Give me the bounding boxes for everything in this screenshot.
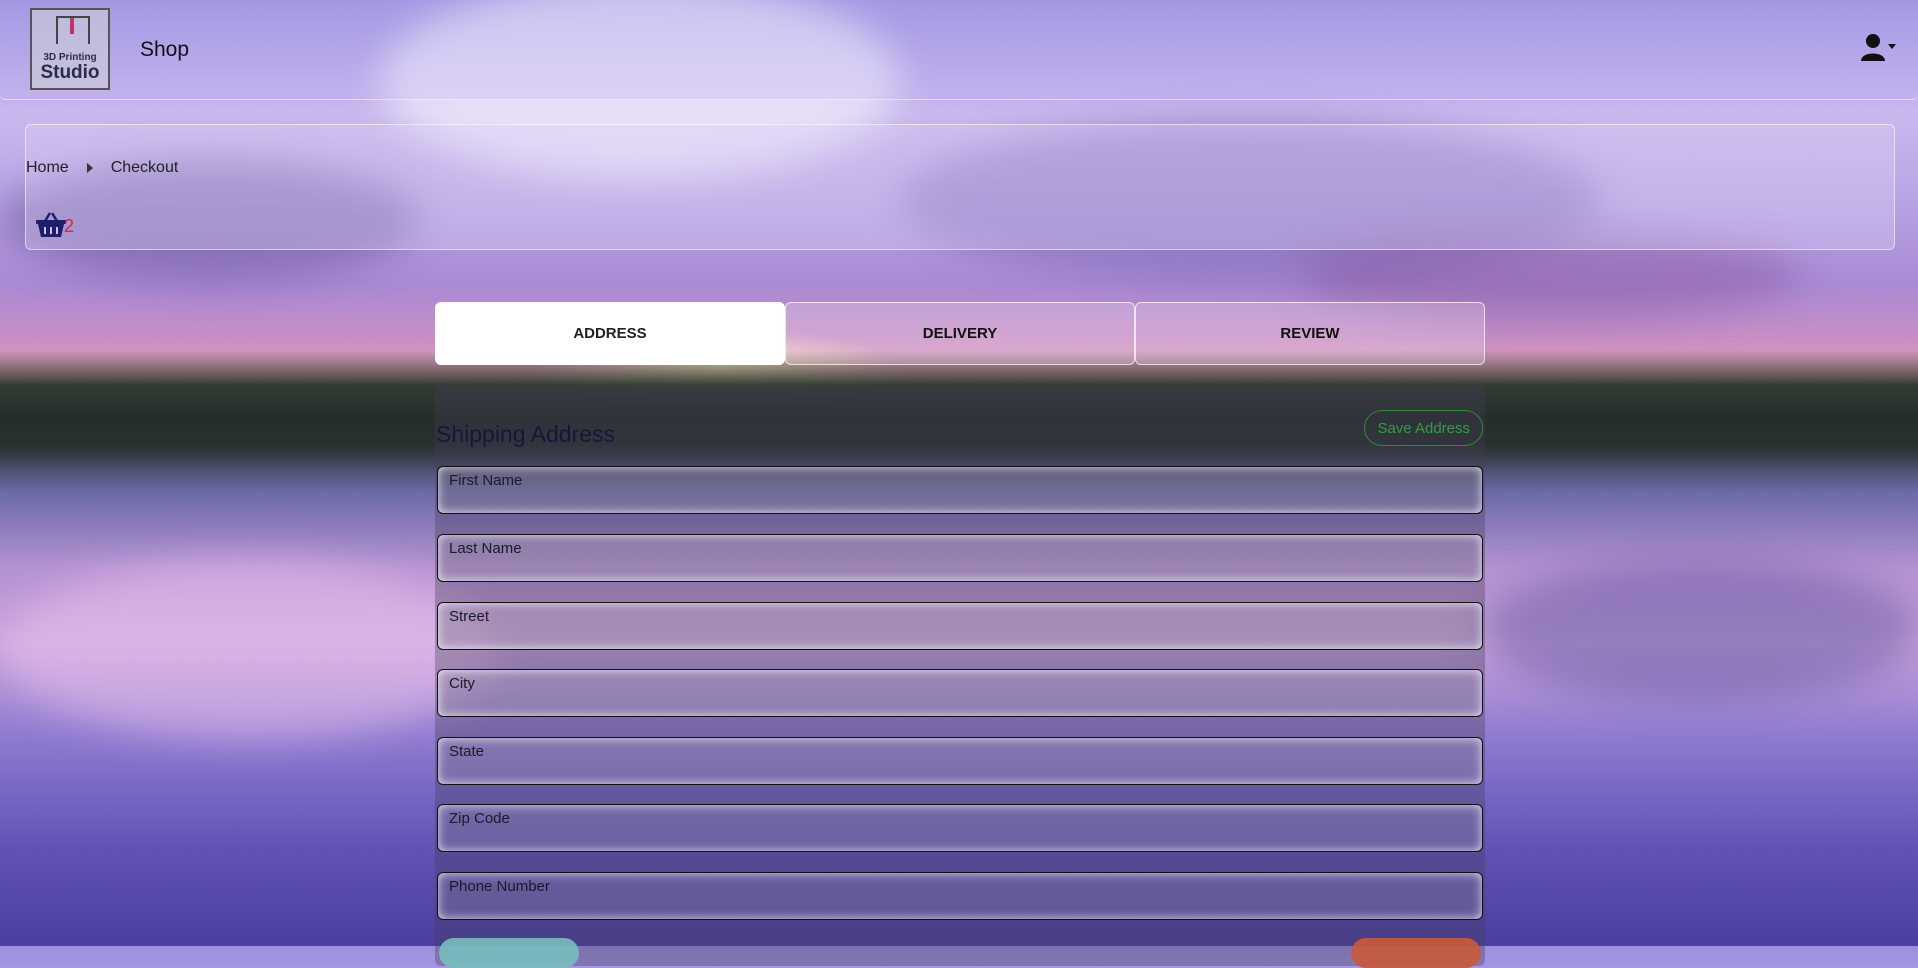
last-name-field[interactable]: Last Name [437,534,1483,582]
cart-count-badge: 2 [64,216,75,236]
studio-logo[interactable]: 3D Printing Studio [30,8,110,90]
city-field[interactable]: City [437,669,1483,717]
first-name-input[interactable] [448,485,1472,507]
back-button[interactable] [439,938,579,968]
caret-down-icon [1888,44,1896,49]
breadcrumb-home[interactable]: Home [26,159,69,177]
top-navbar: 3D Printing Studio Shop [0,0,1918,100]
user-icon [1861,34,1885,61]
phone-number-input[interactable] [448,891,1472,913]
water-reflection [0,560,500,740]
breadcrumb-card: Home Checkout 2 [25,124,1895,250]
breadcrumb: Home Checkout [26,159,178,177]
state-field[interactable]: State [437,737,1483,785]
zip-code-input[interactable] [448,823,1472,845]
street-input[interactable] [448,621,1472,643]
user-menu-button[interactable] [1860,33,1896,61]
tab-review[interactable]: REVIEW [1135,302,1485,365]
shipping-address-form: Shipping Address Save Address First Name… [435,386,1485,968]
nav-shop-link[interactable]: Shop [140,38,189,62]
city-input[interactable] [448,688,1472,710]
first-name-field[interactable]: First Name [437,466,1483,514]
last-name-input[interactable] [448,553,1472,575]
tab-delivery[interactable]: DELIVERY [785,302,1135,365]
form-title: Shipping Address [436,421,616,447]
phone-number-field[interactable]: Phone Number [437,872,1483,920]
chevron-right-icon [86,163,93,173]
breadcrumb-checkout: Checkout [110,159,179,176]
next-button[interactable] [1351,938,1481,968]
save-address-button[interactable]: Save Address [1364,410,1483,446]
cart-button[interactable]: 2 [36,211,74,237]
tab-address[interactable]: ADDRESS [435,302,785,365]
basket-icon [36,212,66,237]
state-input[interactable] [448,756,1472,778]
water-reflection [1480,560,1918,700]
checkout-steps: ADDRESS DELIVERY REVIEW [435,302,1485,365]
zip-code-field[interactable]: Zip Code [437,804,1483,852]
printer-icon [56,16,90,44]
logo-line2: Studio [40,62,100,83]
street-field[interactable]: Street [437,602,1483,650]
